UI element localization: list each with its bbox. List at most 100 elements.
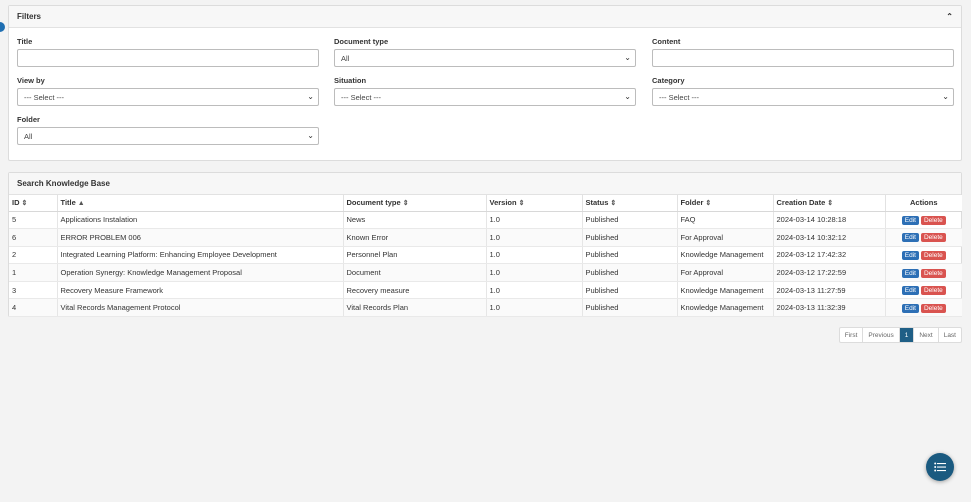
cell-actions: Edit Delete [885,211,962,230]
col-title[interactable]: Title ▲ [57,195,344,212]
sort-icon: ⇕ [705,200,712,208]
sort-icon: ⇕ [21,200,28,208]
folder-value: All [24,131,33,141]
col-status[interactable]: Status ⇕ [582,195,678,212]
title-label: Title [17,37,33,46]
table-row: 6 ERROR PROBLEM 006 Known Error 1.0 Publ… [9,228,962,247]
chevron-up-icon[interactable]: ⌃ [946,12,953,21]
delete-button[interactable]: Delete [920,268,946,278]
cell-actions: Edit Delete [885,246,962,265]
cell-version: 1.0 [486,298,583,318]
cell-id: 3 [9,281,58,300]
delete-button[interactable]: Delete [920,250,946,260]
sort-icon: ⇕ [518,200,525,208]
edit-button[interactable]: Edit [901,268,919,278]
delete-button[interactable]: Delete [920,215,946,225]
cell-date: 2024-03-14 10:32:12 [773,228,886,247]
doctype-select[interactable]: All ⌄ [334,49,636,67]
cell-folder: Knowledge Management [677,298,774,318]
table-row: 4 Vital Records Management Protocol Vita… [9,298,962,318]
pagination: First Previous 1 Next Last [838,327,962,343]
page-previous-button[interactable]: Previous [863,328,900,342]
sort-icon: ⇕ [827,200,834,208]
col-actions: Actions [885,195,962,212]
cell-folder: For Approval [677,228,774,247]
cell-version: 1.0 [486,281,583,300]
page-next-button[interactable]: Next [914,328,939,342]
filters-panel: Filters ⌃ Title Document type All ⌄ Cont… [8,5,962,161]
edge-indicator [0,22,5,32]
filters-title: Filters [17,12,42,21]
cell-status: Published [582,263,678,282]
col-creation-date[interactable]: Creation Date ⇕ [773,195,886,212]
table-header-row: ID ⇕ Title ▲ Document type ⇕ Version ⇕ Statu… [9,195,962,212]
category-label: Category [652,76,685,85]
cell-folder: Knowledge Management [677,281,774,300]
delete-button[interactable]: Delete [920,303,946,313]
knowledge-base-table: ID ⇕ Title ▲ Document type ⇕ Version ⇕ Statu… [9,195,962,318]
page-current-button[interactable]: 1 [899,328,915,342]
sort-icon: ⇕ [402,200,409,208]
category-select[interactable]: --- Select --- ⌄ [652,88,954,106]
doctype-label: Document type [334,37,389,46]
cell-version: 1.0 [486,228,583,247]
cell-date: 2024-03-13 11:27:59 [773,281,886,300]
edit-button[interactable]: Edit [901,215,919,225]
cell-status: Published [582,211,678,230]
search-title: Search Knowledge Base [17,179,110,188]
cell-date: 2024-03-12 17:42:32 [773,246,886,265]
search-header: Search Knowledge Base [9,173,961,195]
chevron-down-icon: ⌄ [307,131,314,140]
edit-button[interactable]: Edit [901,303,919,313]
cell-doctype: Personnel Plan [343,246,487,265]
cell-folder: For Approval [677,263,774,282]
cell-actions: Edit Delete [885,281,962,300]
cell-title: Operation Synergy: Knowledge Management … [57,263,344,282]
col-document-type[interactable]: Document type ⇕ [343,195,487,212]
list-icon [934,462,946,472]
cell-version: 1.0 [486,263,583,282]
table-row: 3 Recovery Measure Framework Recovery me… [9,281,962,300]
title-input[interactable] [17,49,319,67]
cell-doctype: Document [343,263,487,282]
doctype-value: All [341,53,350,63]
cell-title: Recovery Measure Framework [57,281,344,300]
cell-version: 1.0 [486,211,583,230]
cell-id: 5 [9,211,58,230]
sort-asc-icon: ▲ [77,200,85,208]
edit-button[interactable]: Edit [901,233,919,243]
category-value: --- Select --- [659,92,699,102]
filters-header[interactable]: Filters ⌃ [9,6,961,28]
edit-button[interactable]: Edit [901,250,919,260]
delete-button[interactable]: Delete [920,233,946,243]
col-version[interactable]: Version ⇕ [486,195,583,212]
cell-version: 1.0 [486,246,583,265]
folder-select[interactable]: All ⌄ [17,127,319,145]
col-folder[interactable]: Folder ⇕ [677,195,774,212]
cell-doctype: Recovery measure [343,281,487,300]
situation-select[interactable]: --- Select --- ⌄ [334,88,636,106]
floating-menu-button[interactable] [926,453,954,481]
page-first-button[interactable]: First [840,328,864,342]
cell-id: 1 [9,263,58,282]
edit-button[interactable]: Edit [901,286,919,296]
situation-label: Situation [334,76,367,85]
content-input[interactable] [652,49,954,67]
viewby-select[interactable]: --- Select --- ⌄ [17,88,319,106]
chevron-down-icon: ⌄ [307,92,314,101]
delete-button[interactable]: Delete [920,286,946,296]
cell-actions: Edit Delete [885,263,962,282]
folder-label: Folder [17,115,40,124]
chevron-down-icon: ⌄ [942,92,949,101]
situation-value: --- Select --- [341,92,381,102]
cell-title: Applications Instalation [57,211,344,230]
search-knowledge-base-panel: Search Knowledge Base ID ⇕ Title ▲ Documen… [8,172,962,318]
cell-id: 2 [9,246,58,265]
page-last-button[interactable]: Last [939,328,961,342]
cell-status: Published [582,281,678,300]
cell-actions: Edit Delete [885,298,962,318]
sort-icon: ⇕ [610,200,617,208]
chevron-down-icon: ⌄ [624,92,631,101]
viewby-label: View by [17,76,45,85]
col-id[interactable]: ID ⇕ [9,195,58,212]
